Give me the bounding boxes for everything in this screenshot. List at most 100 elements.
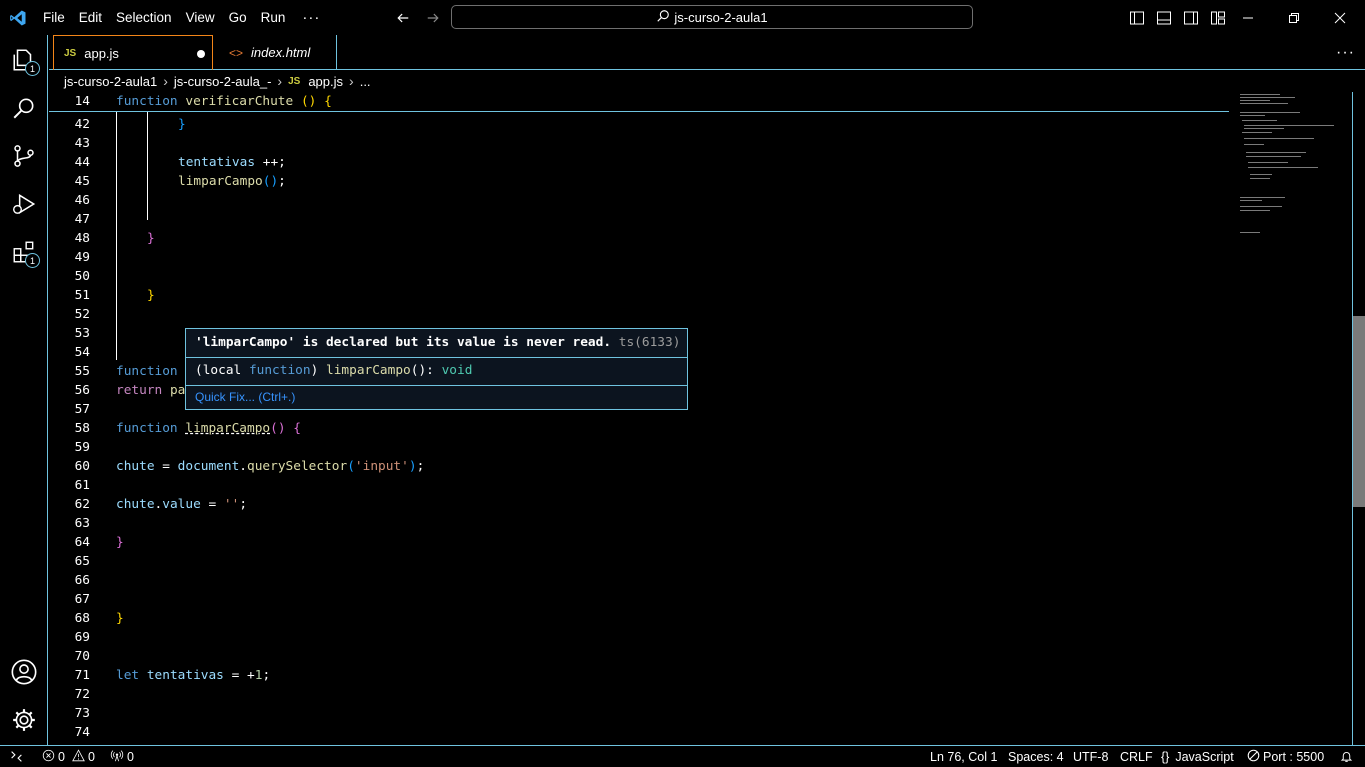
unsaved-dot-icon[interactable] bbox=[197, 50, 205, 58]
ports-indicator[interactable]: 0 bbox=[110, 746, 134, 767]
code-line: 42} bbox=[74, 117, 186, 132]
tab-label: index.html bbox=[251, 45, 311, 60]
code-line: 49 bbox=[74, 250, 90, 265]
menu-file[interactable]: File bbox=[36, 0, 72, 35]
code-line: 47 bbox=[74, 212, 90, 227]
error-icon bbox=[42, 749, 55, 765]
menu-bar: File Edit Selection View Go Run ··· bbox=[36, 0, 330, 35]
code-line: 52 bbox=[74, 307, 90, 322]
breadcrumb-file[interactable]: app.js bbox=[308, 74, 343, 89]
menu-go[interactable]: Go bbox=[222, 0, 254, 35]
code-line: 73 bbox=[74, 706, 90, 721]
code-line: 69 bbox=[74, 630, 90, 645]
problems-indicator[interactable]: 0 0 bbox=[42, 746, 95, 767]
code-line: 45 limparCampo(); bbox=[74, 174, 286, 189]
editor-tabs: JS app.js <> index.html ··· bbox=[49, 35, 1365, 70]
diagnostic-message: 'limparCampo' is declared but its value … bbox=[195, 335, 681, 350]
code-line: 70 bbox=[74, 649, 90, 664]
code-line: 68} bbox=[74, 611, 124, 626]
vscode-logo-icon bbox=[0, 0, 36, 35]
menu-view[interactable]: View bbox=[179, 0, 222, 35]
back-arrow-icon[interactable] bbox=[392, 7, 414, 29]
minimap[interactable] bbox=[1232, 92, 1352, 242]
manage-gear-icon[interactable] bbox=[0, 696, 48, 744]
tab-app-js[interactable]: JS app.js bbox=[53, 35, 213, 70]
code-line: 66 bbox=[74, 573, 90, 588]
tab-more-actions-button[interactable]: ··· bbox=[1336, 35, 1355, 70]
code-line: 67 bbox=[74, 592, 90, 607]
search-view-icon[interactable] bbox=[0, 84, 48, 132]
cursor-position[interactable]: Ln 76, Col 1 bbox=[930, 746, 997, 767]
command-center-label: js-curso-2-aula1 bbox=[674, 9, 768, 25]
code-line: 60 chute = document.querySelector('input'… bbox=[74, 459, 425, 474]
broadcast-icon bbox=[110, 749, 124, 765]
code-line: 72 bbox=[74, 687, 90, 702]
code-line: 61 bbox=[74, 478, 90, 493]
language-mode[interactable]: {} JavaScript bbox=[1161, 746, 1234, 767]
toggle-primary-sidebar-icon[interactable] bbox=[1127, 8, 1146, 27]
menu-selection[interactable]: Selection bbox=[109, 0, 179, 35]
signature-text: (local function) limparCampo(): void bbox=[195, 363, 473, 378]
js-file-icon: JS bbox=[288, 75, 301, 87]
code-line: 58 function limparCampo() { bbox=[74, 421, 301, 436]
chevron-right-icon: › bbox=[277, 73, 283, 89]
menu-more-button[interactable]: ··· bbox=[292, 0, 330, 35]
chevron-right-icon: › bbox=[349, 73, 354, 89]
code-line: 65 bbox=[74, 554, 90, 569]
minimize-icon[interactable] bbox=[1225, 0, 1271, 35]
account-icon[interactable] bbox=[0, 648, 48, 696]
breadcrumb: js-curso-2-aula1 › js-curso-2-aula_- › J… bbox=[64, 71, 371, 91]
code-line: 51} bbox=[74, 288, 155, 303]
live-server-port[interactable]: Port : 5500 bbox=[1247, 746, 1324, 767]
code-editor[interactable]: 42} 43 44 tentativas ++; 45 limparCampo();… bbox=[49, 92, 1365, 745]
explorer-badge: 1 bbox=[25, 61, 40, 76]
status-bar: 0 0 0 Ln 76, Col 1 Spaces: 4 UTF-8 CRLF … bbox=[0, 745, 1365, 767]
search-icon bbox=[656, 9, 670, 26]
code-line: 71 let tentativas = +1; bbox=[74, 668, 271, 683]
toggle-panel-icon[interactable] bbox=[1154, 8, 1173, 27]
indentation-setting[interactable]: Spaces: 4 bbox=[1008, 746, 1064, 767]
sticky-scroll-header[interactable]: 14 function verificarChute () { bbox=[49, 92, 1229, 112]
quick-fix-link[interactable]: Quick Fix... (Ctrl+.) bbox=[195, 390, 295, 404]
menu-run[interactable]: Run bbox=[254, 0, 293, 35]
blocked-circle-icon bbox=[1247, 749, 1260, 765]
scrollbar-thumb[interactable] bbox=[1352, 316, 1365, 507]
encoding-setting[interactable]: UTF-8 bbox=[1073, 746, 1108, 767]
tab-index-html[interactable]: <> index.html bbox=[215, 35, 337, 70]
run-debug-icon[interactable] bbox=[0, 180, 48, 228]
source-control-icon[interactable] bbox=[0, 132, 48, 180]
notifications-bell-icon[interactable] bbox=[1340, 746, 1353, 767]
hover-tooltip: 'limparCampo' is declared but its value … bbox=[185, 328, 688, 410]
code-line: 46 bbox=[74, 193, 90, 208]
eol-setting[interactable]: CRLF bbox=[1120, 746, 1153, 767]
code-line: 62 chute.value = ''; bbox=[74, 497, 248, 512]
js-file-icon: JS bbox=[64, 47, 77, 59]
braces-icon: {} bbox=[1161, 749, 1170, 764]
chevron-right-icon: › bbox=[163, 73, 168, 89]
code-line: 50 bbox=[74, 269, 90, 284]
tab-label: app.js bbox=[84, 45, 119, 61]
menu-edit[interactable]: Edit bbox=[72, 0, 109, 35]
breadcrumb-subfolder[interactable]: js-curso-2-aula_- bbox=[174, 74, 272, 89]
code-line: 48} bbox=[74, 231, 155, 246]
command-center-search[interactable]: js-curso-2-aula1 bbox=[451, 5, 973, 29]
activity-bar: 1 1 bbox=[0, 35, 48, 745]
code-line: 44 tentativas ++; bbox=[74, 155, 286, 170]
code-line: 74 bbox=[74, 725, 90, 740]
warning-icon bbox=[72, 748, 85, 765]
restore-icon[interactable] bbox=[1271, 0, 1317, 35]
breadcrumb-folder[interactable]: js-curso-2-aula1 bbox=[64, 74, 157, 89]
toggle-secondary-sidebar-icon[interactable] bbox=[1181, 8, 1200, 27]
code-line: 64} bbox=[74, 535, 124, 550]
breadcrumb-symbol[interactable]: ... bbox=[360, 74, 371, 89]
code-line: 43 bbox=[74, 136, 90, 151]
forward-arrow-icon[interactable] bbox=[422, 7, 444, 29]
html-file-icon: <> bbox=[229, 45, 244, 60]
extensions-icon[interactable]: 1 bbox=[0, 228, 48, 276]
code-line: 59 bbox=[74, 440, 90, 455]
close-icon[interactable] bbox=[1317, 0, 1363, 35]
title-bar: File Edit Selection View Go Run ··· js-c… bbox=[0, 0, 1365, 35]
remote-indicator[interactable] bbox=[10, 746, 23, 767]
explorer-icon[interactable]: 1 bbox=[0, 36, 48, 84]
code-line: 63 bbox=[74, 516, 90, 531]
